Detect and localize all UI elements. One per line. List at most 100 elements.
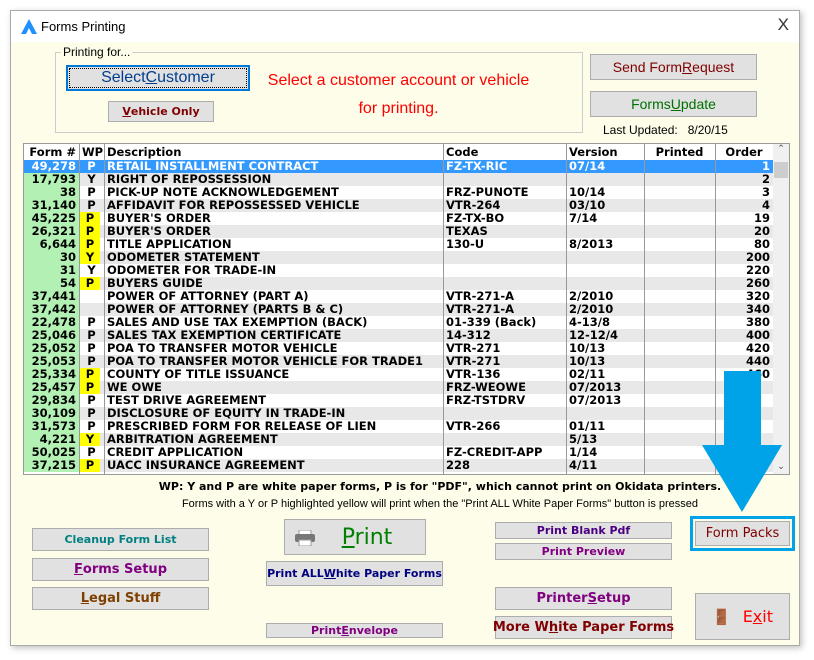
cell-form-number: 54 — [24, 277, 79, 290]
cell-printed — [644, 173, 715, 186]
cell-description: ODOMETER FOR TRADE-IN — [107, 264, 277, 277]
table-row[interactable]: 25,334 P COUNTY OF TITLE ISSUANCE VTR-136 02… — [24, 368, 773, 381]
cell-form-number: 30,109 — [24, 407, 79, 420]
printing-for-label: Printing for... — [61, 45, 133, 59]
cell-version — [566, 251, 644, 264]
scroll-thumb[interactable] — [774, 162, 788, 178]
cell-version: 7/14 — [569, 212, 598, 225]
print-envelope-button[interactable]: Print Envelope — [266, 623, 443, 638]
cell-description: BUYER'S ORDER — [107, 225, 211, 238]
print-button[interactable]: Print — [284, 519, 426, 555]
table-row[interactable]: 31,140 P AFFIDAVIT FOR REPOSSESSED VEHICLE… — [24, 199, 773, 212]
table-row[interactable]: 37,442 POWER OF ATTORNEY (PARTS B & C) VTR… — [24, 303, 773, 316]
column-divider — [644, 144, 645, 474]
cell-description: PRESCRIBED FORM FOR RELEASE OF LIEN — [107, 420, 377, 433]
cleanup-form-list-button[interactable]: Cleanup Form List — [32, 528, 209, 551]
column-header-form-number[interactable]: Form # — [27, 145, 76, 159]
cell-printed — [644, 238, 715, 251]
cell-code: TEXAS — [446, 225, 488, 238]
table-row[interactable]: 6,644 P TITLE APPLICATION 130-U 8/2013 80 — [24, 238, 773, 251]
table-row[interactable]: 25,046 P SALES TAX EXEMPTION CERTIFICATE 14… — [24, 329, 773, 342]
cell-order: 3 — [761, 186, 770, 199]
column-header-order[interactable]: Order — [718, 145, 770, 159]
cell-wp: P — [87, 199, 96, 212]
form-packs-button[interactable]: Form Packs — [695, 521, 790, 546]
forms-update-button[interactable]: Forms Update — [590, 91, 757, 117]
table-row[interactable]: 37,441 POWER OF ATTORNEY (PART A) VTR-271-… — [24, 290, 773, 303]
cell-printed — [644, 186, 715, 199]
print-preview-button[interactable]: Print Preview — [495, 543, 672, 560]
cell-form-number: 6,644 — [24, 238, 79, 251]
table-row[interactable]: 31 Y ODOMETER FOR TRADE-IN 220 — [24, 264, 773, 277]
cell-printed — [644, 277, 715, 290]
cell-order: 380 — [745, 316, 770, 329]
cell-form-number: 25,457 — [24, 381, 79, 394]
cell-form-number: 45,225 — [24, 212, 79, 225]
more-white-paper-forms-button[interactable]: More Wh ite Paper Forms — [493, 616, 674, 639]
cell-printed — [644, 290, 715, 303]
print-blank-pdf-button[interactable]: Print Blank Pdf — [495, 522, 672, 539]
cell-wp: P — [87, 355, 96, 368]
table-header: Form # WP Description Code Version Printed Ord… — [24, 144, 773, 160]
cell-printed — [644, 251, 715, 264]
cell-code: VTR-271-A — [446, 290, 515, 303]
close-icon[interactable]: X — [778, 15, 789, 35]
cell-description: PICK-UP NOTE ACKNOWLEDGEMENT — [107, 186, 339, 199]
table-row[interactable]: 26,321 P BUYER'S ORDER TEXAS 20 — [24, 225, 773, 238]
table-row[interactable]: 25,457 P WE OWE FRZ-WEOWE 07/2013 — [24, 381, 773, 394]
table-row[interactable]: 29,834 P TEST DRIVE AGREEMENT FRZ-TSTDRV 07/… — [24, 394, 773, 407]
column-header-wp[interactable]: WP — [82, 145, 103, 159]
cell-description: BUYERS GUIDE — [107, 277, 203, 290]
exit-button[interactable]: 🚪 Exit — [695, 593, 790, 640]
table-row[interactable]: 45,225 P BUYER'S ORDER FZ-TX-BO 7/14 19 — [24, 212, 773, 225]
column-header-version[interactable]: Version — [569, 145, 641, 159]
table-row[interactable]: 54 P BUYERS GUIDE 260 — [24, 277, 773, 290]
scroll-up-icon[interactable]: ⌃ — [773, 144, 789, 158]
cell-form-number: 31,140 — [24, 199, 79, 212]
table-row[interactable]: 25,053 P POA TO TRANSFER MOTOR VEHICLE FOR… — [24, 355, 773, 368]
cell-wp: Y — [87, 264, 96, 277]
table-row[interactable]: 38 P PICK-UP NOTE ACKNOWLEDGEMENT FRZ-PUNOT… — [24, 186, 773, 199]
cell-printed — [644, 342, 715, 355]
table-row[interactable]: 17,793 Y RIGHT OF REPOSSESSION 2 — [24, 173, 773, 186]
table-row[interactable]: 31,573 P PRESCRIBED FORM FOR RELEASE OF LI… — [24, 420, 773, 433]
cell-form-number: 17,793 — [24, 173, 79, 186]
cell-version: 12-12/4 — [569, 329, 618, 342]
yellow-note: Forms with a Y or P highlighted yellow w… — [181, 498, 699, 510]
cell-order: 400 — [745, 329, 770, 342]
table-row[interactable]: 49,278 P RETAIL INSTALLMENT CONTRACT FZ-TX-… — [24, 160, 773, 173]
print-all-white-paper-forms-button[interactable]: Print ALL White Paper Forms — [266, 561, 443, 586]
cell-wp: P — [87, 186, 96, 199]
table-row[interactable]: 30,109 P DISCLOSURE OF EQUITY IN TRADE-IN — [24, 407, 773, 420]
forms-setup-button[interactable]: Forms Setup — [32, 558, 209, 581]
table-row[interactable]: 37,215 P UACC INSURANCE AGREEMENT 228 4/11 — [24, 459, 773, 472]
cell-description: RIGHT OF REPOSSESSION — [107, 173, 272, 186]
cell-description: ODOMETER STATEMENT — [107, 251, 260, 264]
cell-form-number: 26,321 — [24, 225, 79, 238]
cell-code: 228 — [446, 459, 471, 472]
app-logo-icon — [21, 19, 37, 34]
printer-setup-button[interactable]: Printer Setup — [495, 587, 672, 610]
column-divider — [104, 144, 105, 474]
exit-label: Exit — [742, 607, 773, 626]
cell-code: VTR-271-A — [446, 303, 515, 316]
cell-wp: P — [80, 459, 100, 472]
table-row[interactable]: 4,221 Y ARBITRATION AGREEMENT 5/13 — [24, 433, 773, 446]
column-header-printed[interactable]: Printed — [647, 145, 712, 159]
send-form-request-button[interactable]: Send Form Request — [590, 54, 757, 80]
table-row[interactable]: 22,478 P SALES AND USE TAX EXEMPTION (BACK… — [24, 316, 773, 329]
select-customer-button[interactable]: Select Customer — [66, 65, 250, 91]
cell-version: 4/11 — [569, 459, 598, 472]
column-header-description[interactable]: Description — [107, 145, 440, 159]
cell-description: RETAIL INSTALLMENT CONTRACT — [107, 160, 319, 173]
legal-stuff-button[interactable]: Legal Stuff — [32, 587, 209, 610]
vehicle-only-button[interactable]: Vehicle Only — [108, 101, 214, 122]
cell-form-number: 30 — [24, 251, 79, 264]
cell-wp: P — [87, 446, 96, 459]
table-row[interactable]: 50,025 P CREDIT APPLICATION FZ-CREDIT-APP 1/… — [24, 446, 773, 459]
cell-wp: P — [80, 381, 100, 394]
table-row[interactable]: 25,052 P POA TO TRANSFER MOTOR VEHICLE VTR-… — [24, 342, 773, 355]
cell-description: COUNTY OF TITLE ISSUANCE — [107, 368, 290, 381]
column-header-code[interactable]: Code — [446, 145, 563, 159]
table-row[interactable]: 30 Y ODOMETER STATEMENT 200 — [24, 251, 773, 264]
